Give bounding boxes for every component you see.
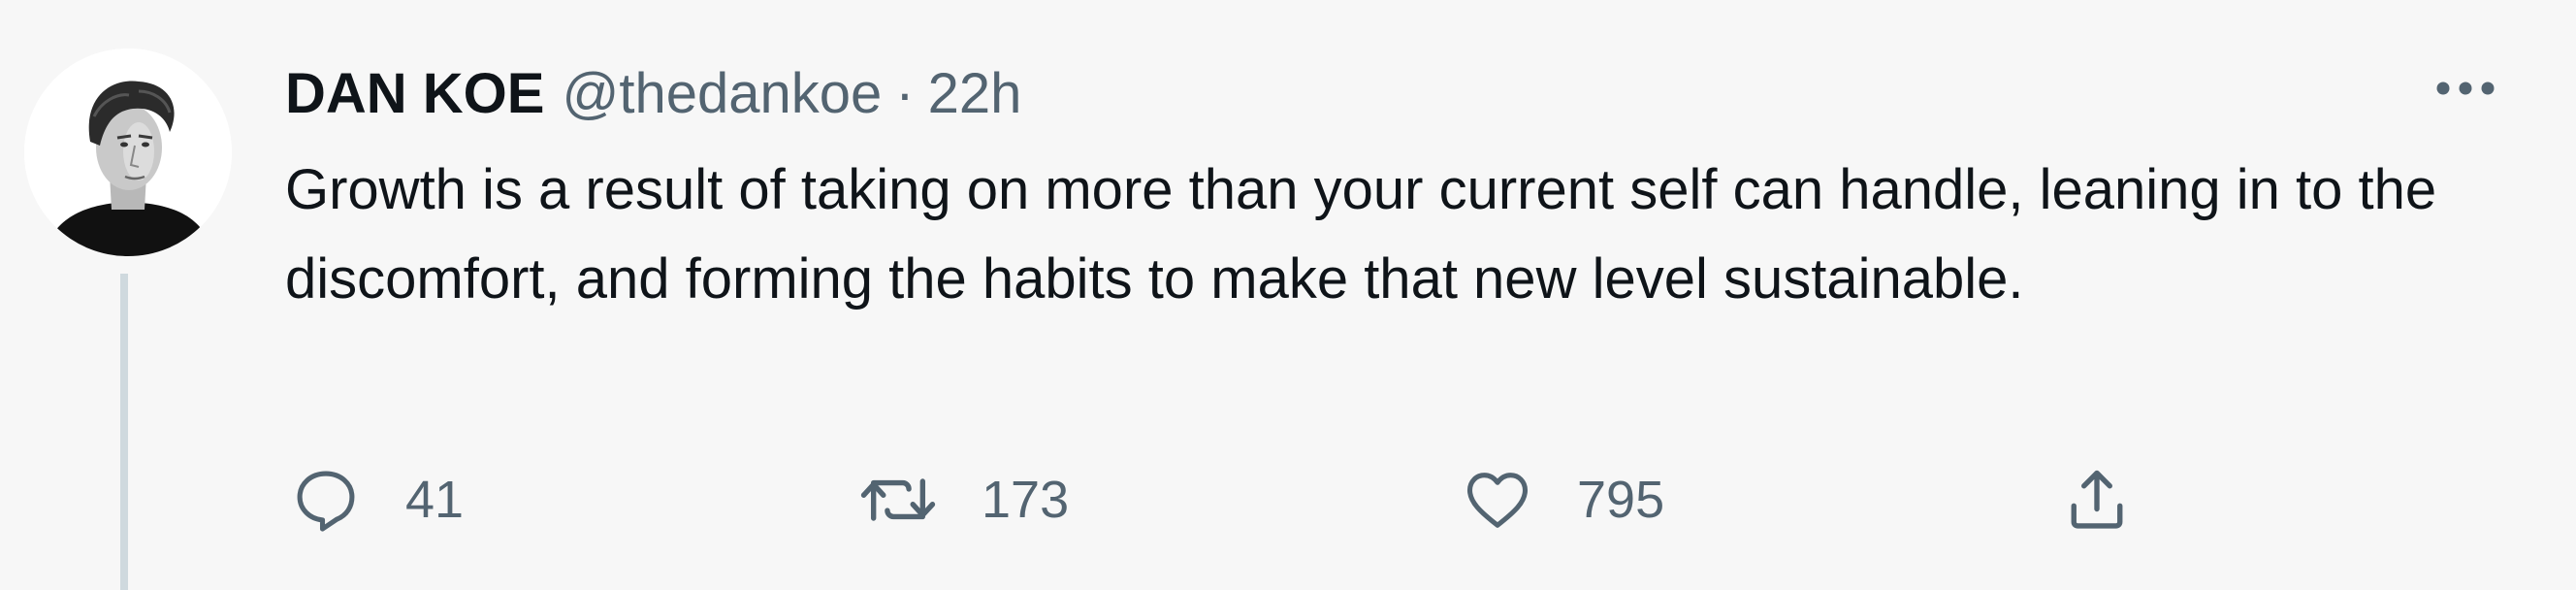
- more-options-button[interactable]: [2427, 64, 2504, 113]
- like-button[interactable]: 795: [1461, 456, 1664, 543]
- author-handle[interactable]: @thedankoe: [562, 61, 882, 126]
- share-button[interactable]: [2060, 456, 2134, 543]
- share-icon: [2071, 470, 2123, 529]
- avatar-portrait: [24, 49, 232, 256]
- reply-count: 41: [405, 471, 465, 529]
- tweet-header: DAN KOE @thedankoe · 22h: [285, 54, 1021, 132]
- retweet-icon: [860, 478, 936, 521]
- thread-line: [120, 274, 128, 590]
- reply-button[interactable]: 41: [289, 456, 464, 543]
- retweet-button[interactable]: 173: [857, 456, 1069, 543]
- tweet-actions: 41 173 795: [285, 456, 2225, 543]
- header-separator: ·: [895, 61, 915, 125]
- like-count: 795: [1577, 471, 1665, 529]
- retweet-count: 173: [982, 471, 1070, 529]
- avatar[interactable]: [24, 49, 232, 256]
- heart-icon: [1466, 473, 1529, 528]
- tweet-timestamp[interactable]: 22h: [928, 61, 1022, 126]
- tweet-card[interactable]: DAN KOE @thedankoe · 22h Growth is a res…: [0, 0, 2576, 590]
- more-options-icon: [2436, 82, 2495, 95]
- tweet-text: Growth is a result of taking on more tha…: [285, 158, 2437, 311]
- reply-icon: [297, 471, 355, 532]
- author-display-name[interactable]: DAN KOE: [285, 61, 544, 126]
